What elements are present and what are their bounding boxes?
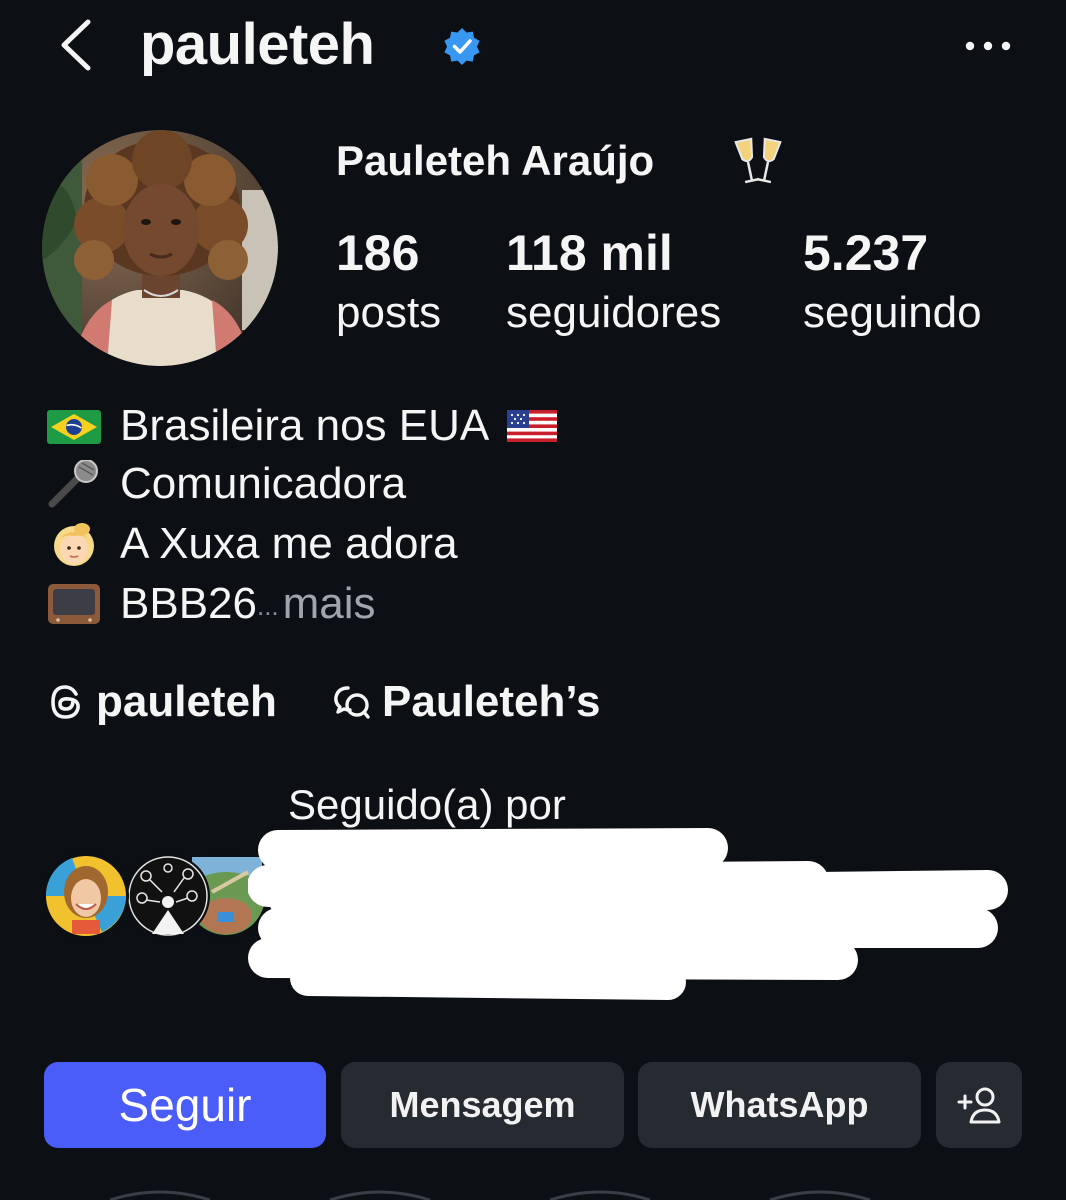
blonde-person-icon bbox=[54, 523, 94, 566]
bio-ellipsis: ... bbox=[256, 591, 279, 621]
followed-by-label: Seguido(a) por bbox=[288, 781, 566, 828]
bio-line: Brasileira nos EUA bbox=[44, 398, 559, 454]
stat-posts-value: 186 bbox=[336, 225, 420, 281]
brazil-flag-icon bbox=[47, 410, 101, 444]
chevron-left-icon bbox=[61, 19, 91, 71]
broadcast-channel-icon bbox=[334, 686, 370, 719]
stat-followers[interactable]: 118 mil seguidores bbox=[506, 222, 721, 342]
bio-line: A Xuxa me adora bbox=[44, 516, 458, 572]
stat-following[interactable]: 5.237 seguindo bbox=[803, 222, 982, 342]
threads-link[interactable]: pauleteh bbox=[46, 672, 277, 732]
bio-text: A Xuxa me adora bbox=[120, 519, 458, 568]
bio-text: Brasileira nos EUA bbox=[120, 401, 490, 450]
microphone-icon bbox=[48, 460, 98, 508]
more-options-button[interactable] bbox=[960, 26, 1016, 66]
profile-full-name: Pauleteh Araújo bbox=[336, 137, 655, 184]
stat-posts-label: posts bbox=[336, 288, 442, 337]
television-icon bbox=[48, 584, 100, 624]
message-button[interactable]: Mensagem bbox=[341, 1062, 624, 1148]
profile-avatar[interactable] bbox=[42, 130, 278, 366]
back-button[interactable] bbox=[54, 12, 104, 78]
suggested-accounts-button[interactable] bbox=[936, 1062, 1022, 1148]
highlights-row-edge bbox=[109, 1190, 871, 1200]
verified-badge-icon bbox=[444, 28, 480, 65]
follow-button[interactable]: Seguir bbox=[44, 1062, 326, 1148]
stat-followers-label: seguidores bbox=[506, 288, 722, 337]
mutual-followers-avatars[interactable] bbox=[42, 852, 272, 942]
stat-following-value: 5.237 bbox=[803, 225, 929, 281]
stat-following-label: seguindo bbox=[803, 288, 982, 337]
stat-posts[interactable]: 186 posts bbox=[336, 222, 441, 342]
bio-line: Comunicadora bbox=[44, 456, 406, 512]
profile-photo bbox=[42, 130, 278, 366]
bio-more-link[interactable]: mais bbox=[283, 579, 376, 629]
champagne-glasses-icon bbox=[734, 137, 782, 184]
broadcast-channel-link[interactable]: Pauleteh’s bbox=[330, 672, 600, 732]
threads-icon bbox=[51, 685, 80, 719]
stat-followers-value: 118 mil bbox=[506, 225, 673, 281]
whatsapp-button[interactable]: WhatsApp bbox=[638, 1062, 921, 1148]
add-person-icon bbox=[957, 1087, 1001, 1124]
broadcast-channel-label: Pauleteh’s bbox=[382, 677, 601, 726]
bio-text: Comunicadora bbox=[120, 459, 407, 508]
usa-flag-icon bbox=[507, 410, 558, 442]
more-horizontal-icon bbox=[965, 41, 1011, 51]
mutual-follower-avatar bbox=[43, 853, 129, 939]
bio-text: BBB26 bbox=[120, 579, 257, 628]
redaction-overlay bbox=[248, 828, 1008, 1000]
threads-link-label: pauleteh bbox=[96, 677, 277, 726]
bio-line: BBB26 ... mais bbox=[44, 576, 376, 632]
mutual-follower-avatar bbox=[126, 854, 210, 938]
profile-username: pauleteh bbox=[140, 12, 375, 77]
